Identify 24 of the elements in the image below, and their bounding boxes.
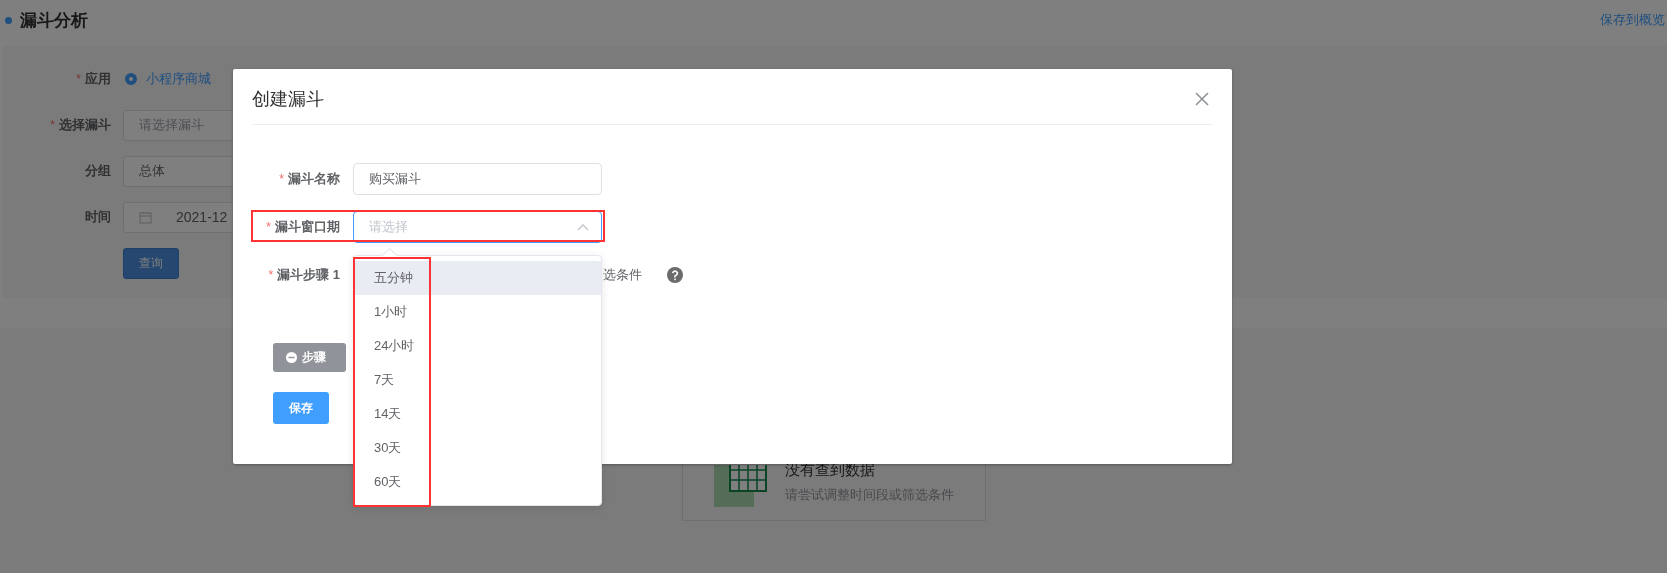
field-label: 漏斗名称 [288,171,340,186]
help-icon[interactable] [667,267,683,283]
required-mark: * [76,72,81,86]
field-label: 分组 [85,163,111,178]
field-label: 漏斗窗口期 [275,219,340,234]
page-title: 漏斗分析 [20,9,88,32]
calendar-icon [139,210,152,224]
dropdown-option[interactable]: 五分钟 [354,261,601,295]
chevron-up-icon [577,223,589,231]
field-label: 选择漏斗 [59,117,111,132]
required-mark: * [266,220,271,234]
required-mark: * [50,118,55,132]
required-mark: * [268,268,274,282]
field-label: 漏斗步骤 1 [277,267,340,282]
field-label: 时间 [85,209,111,224]
title-dot [5,16,12,24]
field-label: 应用 [85,71,111,86]
dialog-title: 创建漏斗 [252,87,324,111]
funnel-name-field[interactable]: 购买漏斗 [353,163,602,195]
filter-condition-text: 选条件 [603,266,642,284]
close-icon[interactable] [1195,91,1209,106]
required-mark: * [279,172,284,186]
minus-circle-icon [286,352,297,363]
radio-button[interactable] [125,73,137,85]
